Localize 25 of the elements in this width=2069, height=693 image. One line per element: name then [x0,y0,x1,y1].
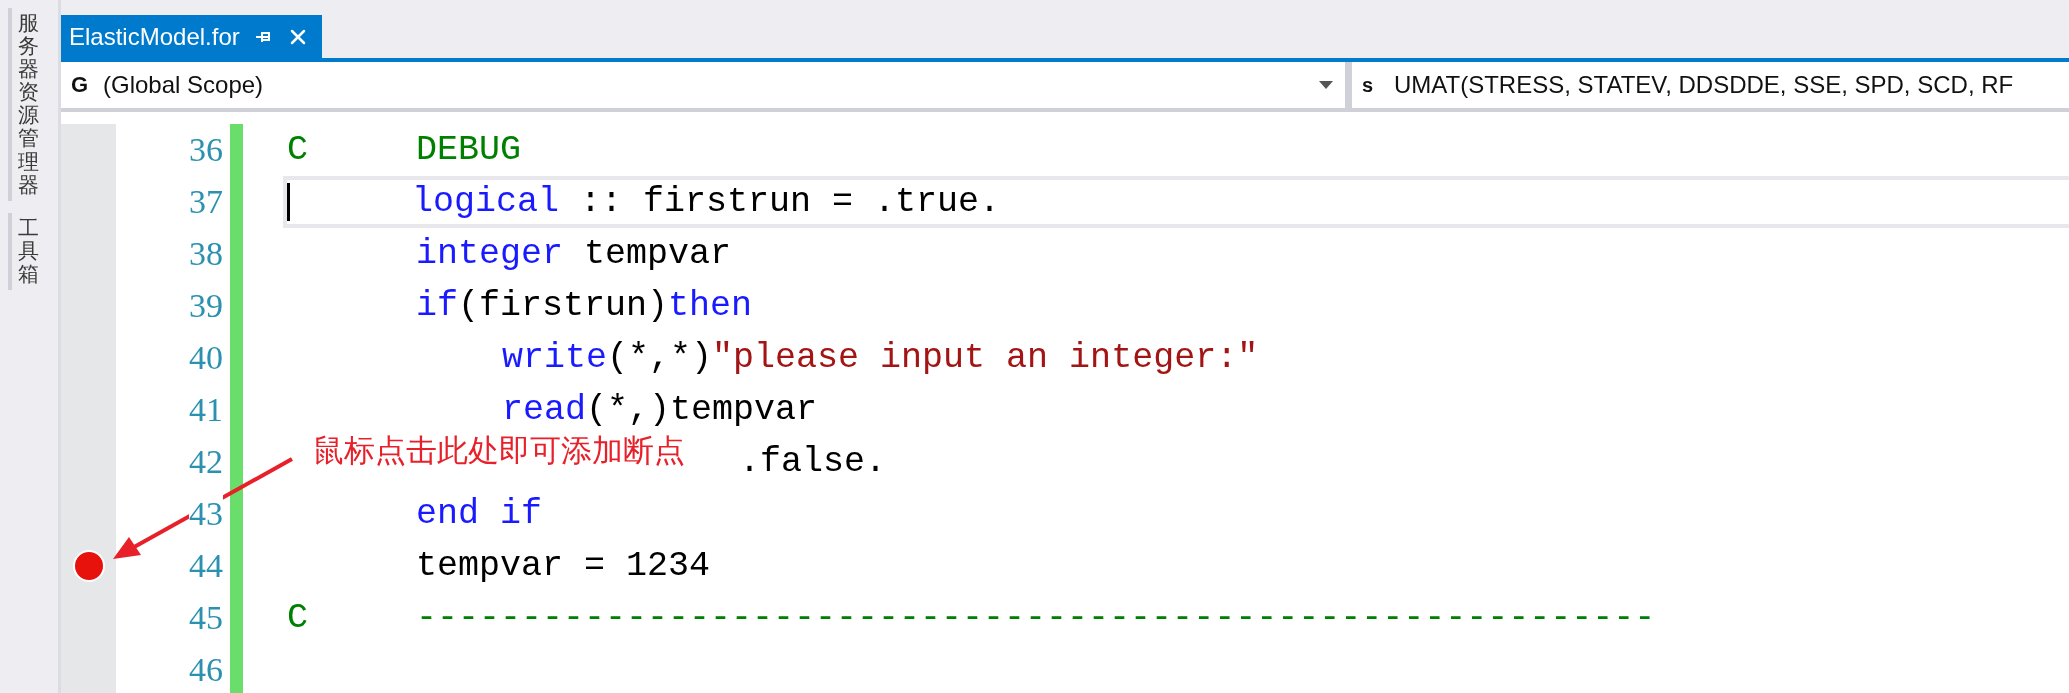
annotation-text: 鼠标点击此处即可添加断点 [313,431,685,470]
code-line: logical :: firstrun = .true. [412,182,1001,222]
code-line: write(*,*)"please input an integer:" [502,338,1259,378]
member-dropdown[interactable]: s UMAT(STRESS, STATEV, DDSDDE, SSE, SPD, SCD, RF [1345,62,2069,108]
code-line: read(*,)tempvar [502,390,818,430]
change-marker [230,124,243,176]
code-line: integer tempvar [416,234,732,274]
side-panel-tab[interactable]: 工具箱 [8,212,43,291]
code-line: end if [416,494,543,534]
code-line: DEBUG [416,130,522,170]
side-panel-tab[interactable]: 服务器资源管理器 [8,8,43,201]
code-line: ----------------------------------------------------------- [416,598,1656,638]
code-line: .false. [739,442,887,482]
code-line: tempvar = 1234 [416,546,711,586]
scope-dropdown[interactable]: G (Global Scope) [61,62,1345,108]
file-tab[interactable]: ElasticModel.for [61,15,322,58]
change-marker [230,436,243,488]
caret-icon [1319,81,1333,89]
code-line: if(firstrun)then [416,286,753,326]
change-marker [230,644,243,693]
change-marker [230,488,243,540]
comment-marker: C [287,598,309,638]
comment-marker: C [287,130,309,170]
breakpoint[interactable] [72,550,105,582]
text-cursor [287,183,290,221]
